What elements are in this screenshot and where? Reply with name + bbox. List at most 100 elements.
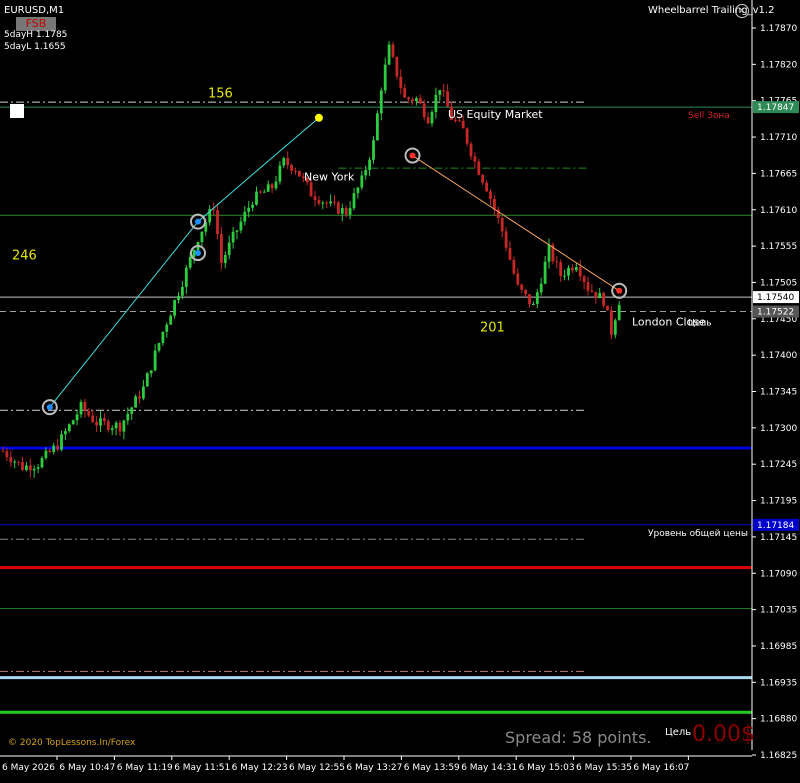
close-icon[interactable]: × bbox=[735, 4, 749, 18]
level-lines bbox=[0, 101, 752, 714]
count-246: 246 bbox=[12, 248, 37, 263]
time-axis: 6 May 2026 6 May 10:47 6 May 11:19 6 May 11… bbox=[0, 755, 752, 773]
spread-readout: Spread: 58 points. bbox=[505, 728, 652, 747]
candle-body bbox=[403, 88, 407, 98]
equity-marker bbox=[314, 113, 323, 122]
candle-body bbox=[278, 165, 282, 182]
candle-body bbox=[25, 465, 28, 470]
candle-body bbox=[610, 310, 613, 335]
candle-body bbox=[79, 402, 83, 415]
candle-body bbox=[598, 292, 602, 299]
candle-body bbox=[118, 422, 122, 432]
label-new-york: New York bbox=[304, 171, 355, 184]
candle-body bbox=[235, 230, 239, 232]
price-chart[interactable]: 156 246 201 New York US Equity Market London … bbox=[0, 0, 800, 779]
time-tick-label: 6 May 10:47 bbox=[59, 763, 115, 773]
candle-body bbox=[126, 413, 130, 421]
candle-body bbox=[40, 458, 44, 468]
fsb-badge[interactable]: FSB bbox=[16, 17, 56, 31]
candle-body bbox=[294, 170, 297, 172]
price-tick-label: 1.17090 bbox=[760, 569, 797, 579]
candle-body bbox=[5, 451, 9, 458]
candle-body bbox=[391, 44, 395, 57]
chart-canvas[interactable]: 156246201New YorkUS Equity MarketLondon … bbox=[0, 0, 800, 779]
candle-body bbox=[348, 208, 352, 215]
candle-body bbox=[571, 267, 574, 271]
candle-body bbox=[321, 202, 325, 204]
time-tick-label: 6 May 13:59 bbox=[404, 763, 460, 773]
candle-body bbox=[266, 184, 270, 192]
candle-body bbox=[21, 461, 24, 470]
candle-body bbox=[360, 175, 364, 188]
candle-body bbox=[606, 305, 609, 311]
price-tick-label: 1.17245 bbox=[760, 460, 797, 470]
candle-body bbox=[71, 420, 75, 425]
candle-body bbox=[344, 208, 348, 215]
candle-body bbox=[52, 445, 56, 452]
candle-body bbox=[415, 98, 418, 102]
price-tick-label: 1.17145 bbox=[760, 533, 797, 543]
candle-body bbox=[106, 421, 110, 430]
candle-body bbox=[9, 457, 13, 463]
zigzag-line bbox=[49, 117, 320, 408]
candle-body bbox=[563, 275, 566, 277]
marker-entry-1-dot bbox=[46, 404, 53, 411]
candle-body bbox=[239, 221, 243, 231]
copyright: © 2020 TopLessons.In/Forex bbox=[8, 738, 136, 748]
candle-body bbox=[161, 331, 165, 344]
candle-body bbox=[559, 262, 563, 277]
price-tick-label: 1.16880 bbox=[760, 715, 797, 725]
candle-body bbox=[524, 289, 527, 295]
candle-body bbox=[567, 267, 570, 276]
candle-body bbox=[434, 94, 438, 112]
time-tick-label: 6 May 15:35 bbox=[576, 763, 632, 773]
candle-body bbox=[485, 182, 488, 192]
candle-body bbox=[251, 204, 254, 208]
price-tick-label: 1.17345 bbox=[760, 388, 797, 398]
candle-body bbox=[387, 44, 391, 65]
price-tick-label: 1.17870 bbox=[760, 24, 797, 34]
candle-body bbox=[83, 402, 87, 412]
candle-body bbox=[274, 181, 278, 189]
candle-body bbox=[142, 386, 145, 399]
candle-body bbox=[282, 158, 286, 166]
candle-body bbox=[368, 159, 371, 170]
candle-body bbox=[500, 218, 504, 232]
price-tick-label: 1.17505 bbox=[760, 278, 797, 288]
price-tick-label: 1.17195 bbox=[760, 497, 797, 507]
time-tick-label: 6 May 13:27 bbox=[346, 763, 402, 773]
candle-body bbox=[379, 90, 383, 114]
candle-body bbox=[216, 210, 219, 235]
price-tick-label: 1.16985 bbox=[760, 642, 797, 652]
candle-body bbox=[528, 294, 531, 305]
candle-body bbox=[188, 256, 192, 268]
marker-exit-1-dot bbox=[409, 152, 416, 159]
candle-body bbox=[477, 161, 481, 175]
label-target: Цель bbox=[688, 318, 712, 328]
candle-body bbox=[64, 431, 67, 435]
candle-body bbox=[469, 143, 473, 157]
candle-body bbox=[325, 202, 329, 204]
toggle-checkbox[interactable] bbox=[10, 104, 24, 118]
candle-body bbox=[227, 242, 231, 256]
candle-body bbox=[578, 267, 582, 277]
candle-body bbox=[333, 201, 336, 203]
candle-body bbox=[91, 415, 95, 422]
trend-line bbox=[412, 155, 620, 292]
candle-body bbox=[149, 370, 153, 374]
candle-body bbox=[145, 373, 149, 387]
label-general-level: Уровень общей цены bbox=[648, 529, 748, 539]
candle-body bbox=[555, 261, 559, 263]
candle-body bbox=[383, 64, 387, 91]
candle-body bbox=[60, 434, 63, 450]
candle-body bbox=[169, 315, 173, 325]
price-tick-label: 1.17710 bbox=[760, 133, 797, 143]
candle-body bbox=[99, 418, 102, 426]
candle-body bbox=[395, 56, 399, 77]
candle-body bbox=[594, 291, 598, 299]
price-tick-label: 1.17555 bbox=[760, 242, 797, 252]
candle-body bbox=[122, 420, 126, 432]
candle-body bbox=[223, 255, 227, 263]
candle-body bbox=[376, 113, 379, 141]
candle-body bbox=[356, 187, 360, 194]
